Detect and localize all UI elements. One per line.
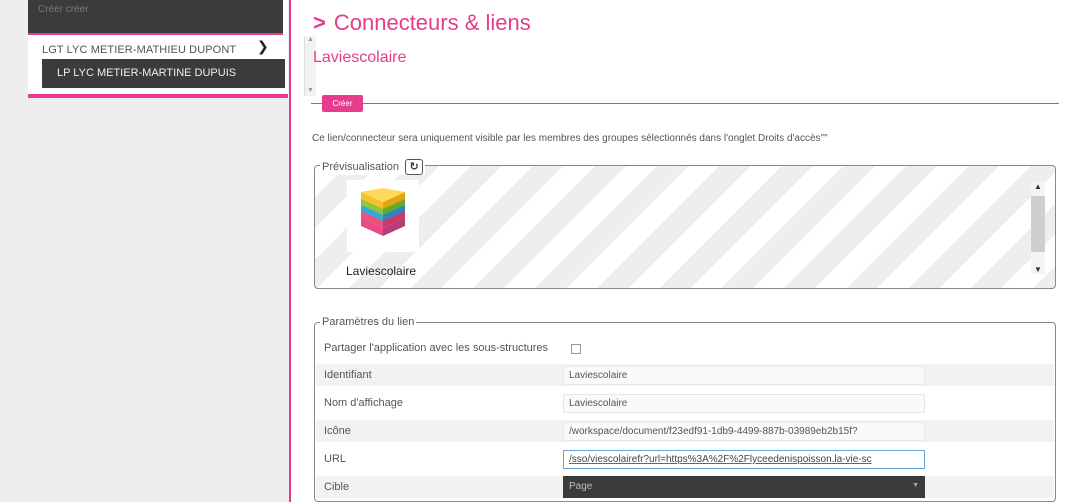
page-title: > Connecteurs & liens (313, 10, 531, 36)
identifiant-label: Identifiant (324, 369, 372, 381)
structure-header: Créer créer (28, 0, 283, 35)
create-button[interactable]: Créer (322, 95, 363, 112)
share-checkbox[interactable] (571, 344, 581, 354)
icone-field[interactable]: /workspace/document/f23edf91-1db9-4499-8… (563, 422, 925, 441)
identifiant-field[interactable]: Laviescolaire (563, 366, 925, 385)
visibility-info: Ce lien/connecteur sera uniquement visib… (312, 133, 828, 144)
nom-label: Nom d'affichage (324, 397, 403, 409)
nom-field[interactable]: Laviescolaire (563, 394, 925, 413)
structure-selector: Créer créer LGT LYC METIER-MATHIEU DUPON… (28, 0, 316, 98)
preview-box (314, 165, 1056, 289)
url-value: /sso/viescolairefr?url=https%3A%2F%2Flyc… (569, 454, 872, 465)
app-name: Laviescolaire (346, 264, 417, 278)
left-panel: Créer créer LGT LYC METIER-MATHIEU DUPON… (0, 0, 316, 502)
scroll-down-icon[interactable]: ▼ (1034, 265, 1042, 274)
page-subtitle: Laviescolaire (313, 49, 407, 66)
preview-scrollbar[interactable]: ▲ ▼ (1031, 182, 1045, 274)
divider-line (311, 103, 1059, 104)
cible-value: Page (569, 481, 593, 492)
chevron-right-icon: > (313, 10, 326, 35)
structure-header-label: Créer créer (38, 4, 89, 15)
scroll-up-icon[interactable]: ▲ (1034, 182, 1042, 191)
scroll-thumb[interactable] (1031, 196, 1045, 252)
app-icon (347, 180, 419, 252)
preview-legend-label: Prévisualisation (322, 161, 400, 173)
chevron-down-icon[interactable]: ❯ (257, 38, 269, 55)
main-content: > Connecteurs & liens Laviescolaire Créer… (291, 0, 1067, 502)
icone-label: Icône (324, 425, 351, 437)
page-title-text: Connecteurs & liens (333, 10, 531, 35)
preview-legend: Prévisualisation ↻ (320, 159, 426, 175)
cible-select[interactable]: Page ▼ (563, 476, 925, 498)
caret-down-icon: ▼ (912, 482, 919, 489)
params-legend: Paramètres du lien (320, 316, 417, 328)
cible-label: Cible (324, 481, 350, 493)
structure-item-selected[interactable]: LP LYC METIER-MARTINE DUPUIS (42, 59, 285, 88)
url-field[interactable]: /sso/viescolairefr?url=https%3A%2F%2Flyc… (563, 450, 925, 469)
refresh-icon[interactable]: ↻ (405, 159, 424, 175)
share-label: Partager l'application avec les sous-str… (324, 342, 549, 354)
structure-item[interactable]: LGT LYC METIER-MATHIEU DUPONT (42, 44, 236, 56)
url-label: URL (324, 453, 347, 465)
